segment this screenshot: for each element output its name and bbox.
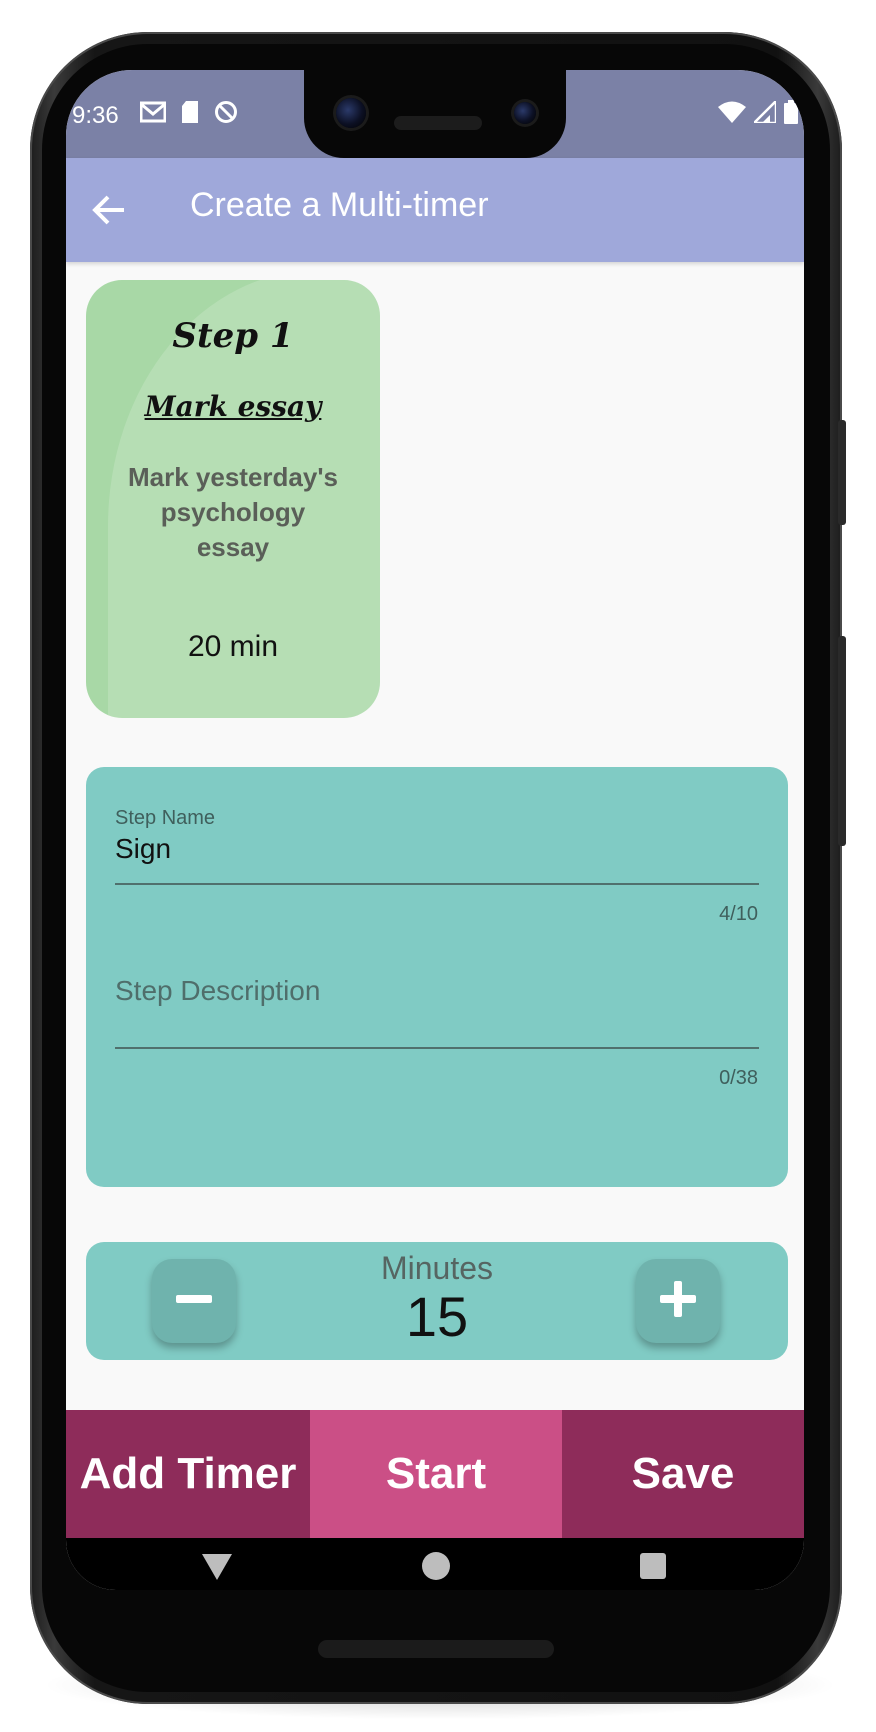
step-duration: 20 min: [187, 630, 279, 663]
start-button[interactable]: Start: [310, 1410, 562, 1538]
nav-home-icon[interactable]: [422, 1552, 450, 1580]
status-icons-right: [718, 97, 798, 129]
sensor: [514, 102, 536, 124]
screen: 9:36 Create a Multi-timer Step 1 Mark es…: [66, 70, 804, 1590]
sd-card-icon: [180, 100, 200, 129]
step-description-input[interactable]: Step Description: [115, 975, 320, 1007]
wifi-icon: [718, 101, 746, 128]
status-time: 9:36: [72, 102, 119, 129]
do-not-disturb-icon: [214, 100, 238, 129]
volume-button: [838, 636, 846, 846]
save-button[interactable]: Save: [562, 1410, 804, 1538]
step-description-underline: [115, 1047, 759, 1049]
step-name-label: Step Name: [115, 807, 216, 829]
page-title: Create a Multi-timer: [190, 186, 489, 224]
back-button[interactable]: [88, 188, 132, 232]
step-name-underline: [115, 883, 759, 885]
front-camera: [336, 98, 366, 128]
increment-minutes-button[interactable]: [636, 1259, 720, 1343]
phone-chin-speaker: [318, 1640, 554, 1658]
step-number: Step 1: [172, 316, 294, 356]
step-name-counter: 4/10: [719, 903, 758, 925]
earpiece-speaker: [394, 116, 482, 130]
step-description: Mark yesterday's psychology essay: [128, 462, 338, 562]
arrow-back-icon: [88, 195, 132, 236]
cell-signal-icon: [750, 97, 778, 128]
action-bar: Add Timer Start Save: [66, 1410, 804, 1538]
gmail-icon: [139, 100, 167, 129]
battery-icon: [784, 100, 798, 129]
step-card[interactable]: Step 1 Mark essay Mark yesterday's psych…: [86, 280, 380, 718]
step-name-input[interactable]: Sign: [115, 833, 755, 865]
nav-back-icon[interactable]: [202, 1552, 232, 1585]
step-description-counter: 0/38: [719, 1067, 758, 1089]
minutes-stepper: Minutes 15: [86, 1242, 788, 1360]
add-timer-button[interactable]: Add Timer: [66, 1410, 310, 1538]
status-icons-left: [139, 100, 238, 129]
system-nav-bar: [66, 1538, 804, 1590]
power-button: [838, 420, 846, 525]
app-bar: Create a Multi-timer: [66, 158, 804, 262]
nav-recents-icon[interactable]: [640, 1553, 666, 1579]
step-title: Mark essay: [144, 390, 322, 423]
plus-icon: [658, 1279, 698, 1324]
step-form: Step Name Sign 4/10 Step Description 0/3…: [86, 767, 788, 1187]
